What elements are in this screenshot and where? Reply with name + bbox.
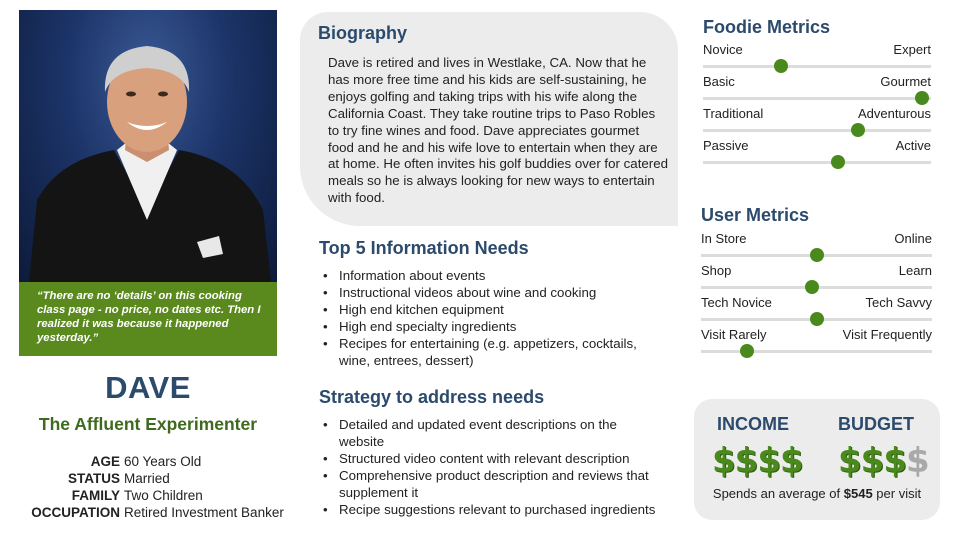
metric-dot	[773, 59, 788, 73]
persona-archetype: The Affluent Experimenter	[38, 414, 258, 434]
list-item: High end kitchen equipment	[323, 302, 699, 319]
strategy-list: Detailed and updated event descriptions …	[319, 417, 699, 518]
metric-right-label: Online	[894, 231, 932, 246]
biography-panel: Biography Dave is retired and lives in W…	[300, 12, 678, 226]
spend-suffix: per visit	[876, 486, 922, 501]
dollar-sign: $	[883, 441, 907, 481]
metric-right-label: Active	[895, 138, 931, 153]
list-item: Recipes for entertaining (e.g. appetizer…	[323, 336, 659, 370]
metric-left-label: Passive	[703, 138, 749, 153]
fact-value: Married	[124, 471, 170, 486]
metric-track	[703, 97, 931, 100]
fact-label: STATUS	[68, 471, 120, 486]
metric-left-label: Traditional	[703, 106, 764, 121]
strategy-title: Strategy to address needs	[319, 387, 545, 407]
metric-dot	[809, 248, 824, 262]
metric-slider: Basic Gourmet	[703, 74, 931, 106]
dollar-sign: $	[780, 441, 804, 481]
fact-label: FAMILY	[71, 488, 120, 503]
metric-left-label: Novice	[703, 42, 743, 57]
dollar-sign: $	[860, 441, 885, 481]
persona-facts: AGE 60 Years Old STATUS Married FAMILY T…	[20, 453, 296, 521]
biography-title: Biography	[318, 23, 408, 43]
metric-right-label: Adventurous	[858, 106, 931, 121]
dollar-sign: $	[734, 441, 759, 481]
metric-slider: Tech Novice Tech Savvy	[701, 295, 932, 327]
metric-track	[701, 350, 932, 353]
metric-right-label: Expert	[893, 42, 931, 57]
metric-track	[703, 65, 931, 68]
metric-dot	[809, 312, 824, 326]
budget-label: BUDGET	[838, 414, 914, 434]
metric-slider: Passive Active	[703, 138, 931, 170]
spending-panel: INCOME BUDGET $$$$ $$$$ Spends an averag…	[694, 399, 940, 520]
fact-label: AGE	[90, 454, 120, 469]
metric-track	[703, 161, 931, 164]
spend-amount: $545	[843, 486, 873, 501]
metric-slider: Visit Rarely Visit Frequently	[701, 327, 932, 359]
income-rating: $$$$	[712, 441, 804, 481]
metric-left-label: Shop	[701, 263, 732, 278]
persona-quote: “There are no ‘details’ on this cooking …	[19, 282, 277, 356]
spend-summary: Spends an average of $545 per visit	[694, 486, 940, 501]
budget-rating: $$$$	[838, 441, 930, 481]
list-item: Detailed and updated event descriptions …	[323, 417, 649, 451]
foodie-metrics-title: Foodie Metrics	[703, 17, 831, 37]
dollar-sign: $	[838, 441, 862, 481]
persona-portrait-image	[29, 46, 271, 282]
list-item: Information about events	[323, 268, 699, 285]
fact-status: STATUS Married	[20, 470, 296, 487]
fact-label: OCCUPATION	[31, 505, 120, 520]
metric-dot	[740, 344, 755, 358]
fact-family: FAMILY Two Children	[20, 487, 296, 504]
list-item: Instructional videos about wine and cook…	[323, 285, 699, 302]
metric-right-label: Visit Frequently	[842, 327, 932, 342]
persona-photo	[19, 10, 277, 282]
metric-slider: Traditional Adventurous	[703, 106, 931, 138]
dollar-sign: $	[906, 441, 930, 481]
metric-dot	[914, 91, 929, 105]
metric-dot	[830, 155, 845, 169]
fact-age: AGE 60 Years Old	[20, 453, 296, 470]
spend-prefix: Spends an average of	[712, 486, 841, 501]
metric-left-label: Tech Novice	[701, 295, 772, 310]
metric-slider: Shop Learn	[701, 263, 932, 295]
metric-right-label: Learn	[898, 263, 932, 278]
metric-dot	[804, 280, 819, 294]
metric-dot	[851, 123, 866, 137]
metric-track	[703, 129, 931, 132]
metric-left-label: Visit Rarely	[701, 327, 767, 342]
list-item: Structured video content with relevant d…	[323, 451, 699, 468]
fact-value: 60 Years Old	[124, 454, 202, 469]
needs-list: Information about events Instructional v…	[319, 268, 699, 369]
needs-title: Top 5 Information Needs	[319, 238, 529, 258]
fact-value: Retired Investment Banker	[124, 505, 284, 520]
list-item: Comprehensive product description and re…	[323, 468, 679, 502]
fact-occupation: OCCUPATION Retired Investment Banker	[20, 504, 296, 521]
metric-right-label: Tech Savvy	[865, 295, 932, 310]
metric-left-label: Basic	[703, 74, 735, 89]
metric-slider: Novice Expert	[703, 42, 931, 74]
list-item: High end specialty ingredients	[323, 319, 699, 336]
dollar-sign: $	[712, 441, 736, 481]
income-label: INCOME	[717, 414, 789, 434]
metric-left-label: In Store	[701, 231, 747, 246]
metric-right-label: Gourmet	[880, 74, 931, 89]
biography-text: Dave is retired and lives in Westlake, C…	[328, 55, 668, 206]
user-metrics-title: User Metrics	[701, 205, 810, 225]
list-item: Recipe suggestions relevant to purchased…	[323, 502, 699, 519]
dollar-sign: $	[757, 441, 781, 481]
metric-slider: In Store Online	[701, 231, 932, 263]
fact-value: Two Children	[124, 488, 203, 503]
persona-name: DAVE	[105, 370, 191, 405]
